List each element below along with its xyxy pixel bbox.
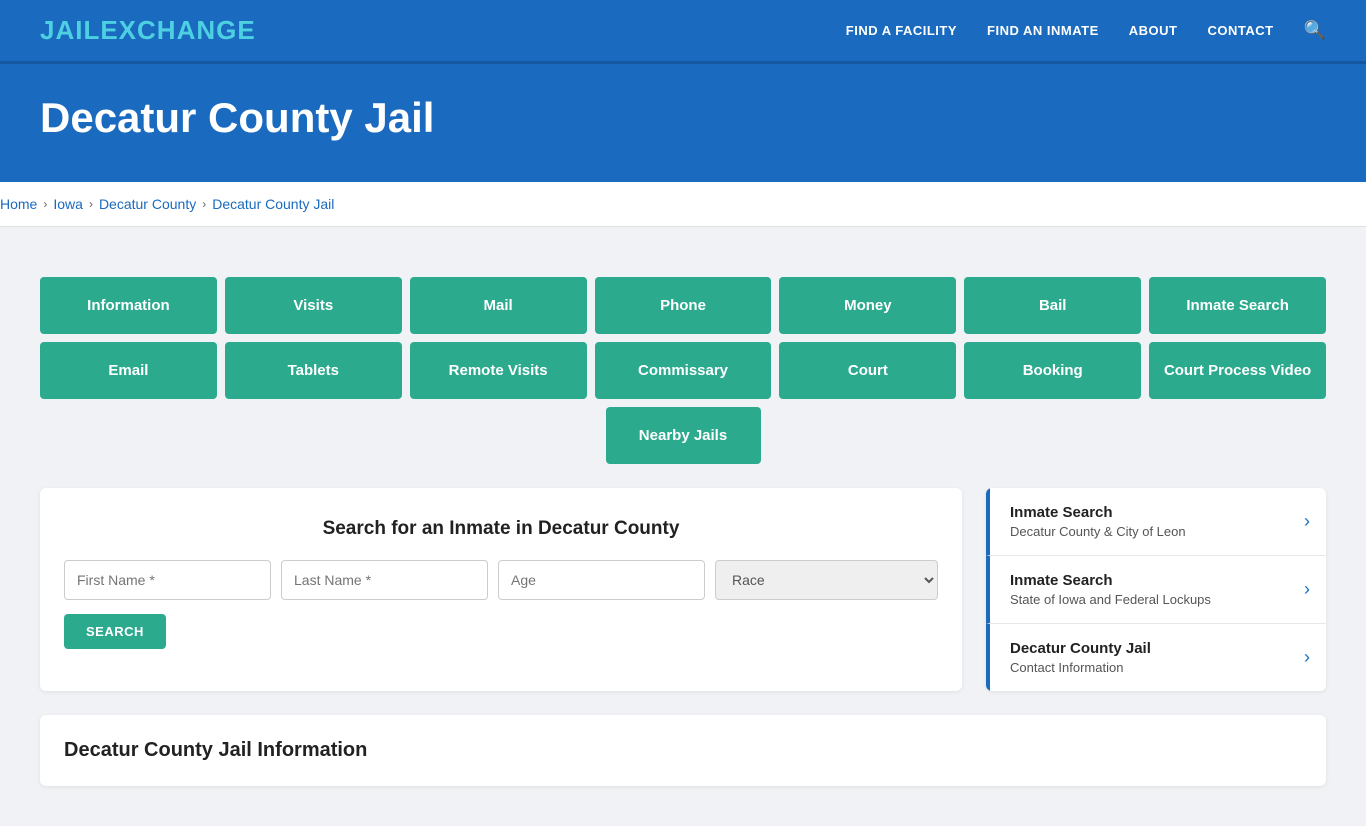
btn-tablets[interactable]: Tablets: [225, 342, 402, 399]
btn-visits[interactable]: Visits: [225, 277, 402, 334]
breadcrumb-iowa[interactable]: Iowa: [53, 196, 83, 212]
sidebar-card-text-3: Decatur County Jail Contact Information: [1010, 640, 1151, 675]
content-wrapper: Information Visits Mail Phone Money Bail…: [0, 227, 1366, 826]
sidebar-card-sub-2: State of Iowa and Federal Lockups: [1010, 592, 1211, 607]
info-section-title: Decatur County Jail Information: [64, 739, 1302, 762]
btn-information[interactable]: Information: [40, 277, 217, 334]
chevron-down-icon-3: ›: [1304, 647, 1310, 668]
header: JAILEXCHANGE FIND A FACILITY FIND AN INM…: [0, 0, 1366, 64]
last-name-input[interactable]: [281, 560, 488, 600]
buttons-row-1: Information Visits Mail Phone Money Bail…: [40, 277, 1326, 334]
buttons-row-2: Email Tablets Remote Visits Commissary C…: [40, 342, 1326, 399]
page-title: Decatur County Jail: [40, 94, 1326, 142]
logo-part1: JAIL: [40, 15, 100, 45]
sidebar-card-contact-info[interactable]: Decatur County Jail Contact Information …: [986, 624, 1326, 691]
btn-bail[interactable]: Bail: [964, 277, 1141, 334]
nav-find-facility[interactable]: FIND A FACILITY: [846, 23, 957, 38]
buttons-row-3: Nearby Jails: [40, 407, 1326, 464]
btn-inmate-search[interactable]: Inmate Search: [1149, 277, 1326, 334]
logo-part2-highlight: EXCHANGE: [100, 15, 255, 45]
search-button-row: SEARCH: [64, 614, 938, 649]
sidebar-card-text-2: Inmate Search State of Iowa and Federal …: [1010, 572, 1211, 607]
sidebar-card-text-1: Inmate Search Decatur County & City of L…: [1010, 504, 1186, 539]
btn-commissary[interactable]: Commissary: [595, 342, 772, 399]
lower-section: Search for an Inmate in Decatur County R…: [40, 488, 1326, 691]
first-name-input[interactable]: [64, 560, 271, 600]
search-icon[interactable]: 🔍: [1304, 20, 1326, 41]
search-form-title: Search for an Inmate in Decatur County: [64, 518, 938, 540]
search-button[interactable]: SEARCH: [64, 614, 166, 649]
sidebar-card-sub-1: Decatur County & City of Leon: [1010, 524, 1186, 539]
main-nav: FIND A FACILITY FIND AN INMATE ABOUT CON…: [846, 20, 1326, 41]
btn-money[interactable]: Money: [779, 277, 956, 334]
btn-mail[interactable]: Mail: [410, 277, 587, 334]
breadcrumb-sep-2: ›: [89, 197, 93, 211]
hero-section: Decatur County Jail: [0, 64, 1366, 182]
breadcrumb-home[interactable]: Home: [0, 196, 37, 212]
btn-court[interactable]: Court: [779, 342, 956, 399]
breadcrumb: Home › Iowa › Decatur County › Decatur C…: [0, 182, 1366, 227]
sidebar-card-inmate-search-iowa[interactable]: Inmate Search State of Iowa and Federal …: [986, 556, 1326, 624]
age-input[interactable]: [498, 560, 705, 600]
chevron-down-icon-1: ›: [1304, 511, 1310, 532]
sidebar-card-title-1: Inmate Search: [1010, 504, 1186, 521]
btn-phone[interactable]: Phone: [595, 277, 772, 334]
logo[interactable]: JAILEXCHANGE: [40, 15, 256, 46]
btn-email[interactable]: Email: [40, 342, 217, 399]
race-select[interactable]: Race White Black Hispanic Asian Other: [715, 560, 938, 600]
sidebar-card-sub-3: Contact Information: [1010, 660, 1151, 675]
sidebar-card-title-3: Decatur County Jail: [1010, 640, 1151, 657]
breadcrumb-decatur-county[interactable]: Decatur County: [99, 196, 196, 212]
breadcrumb-sep-3: ›: [202, 197, 206, 211]
nav-about[interactable]: ABOUT: [1129, 23, 1178, 38]
sidebar-cards: Inmate Search Decatur County & City of L…: [986, 488, 1326, 691]
sidebar-card-title-2: Inmate Search: [1010, 572, 1211, 589]
btn-court-process-video[interactable]: Court Process Video: [1149, 342, 1326, 399]
breadcrumb-sep-1: ›: [43, 197, 47, 211]
form-row-names: Race White Black Hispanic Asian Other: [64, 560, 938, 600]
info-section: Decatur County Jail Information: [40, 715, 1326, 786]
nav-contact[interactable]: CONTACT: [1207, 23, 1273, 38]
btn-booking[interactable]: Booking: [964, 342, 1141, 399]
nav-find-inmate[interactable]: FIND AN INMATE: [987, 23, 1099, 38]
search-form-container: Search for an Inmate in Decatur County R…: [40, 488, 962, 691]
sidebar-card-inmate-search-decatur[interactable]: Inmate Search Decatur County & City of L…: [986, 488, 1326, 556]
breadcrumb-current: Decatur County Jail: [212, 196, 334, 212]
chevron-down-icon-2: ›: [1304, 579, 1310, 600]
btn-remote-visits[interactable]: Remote Visits: [410, 342, 587, 399]
btn-nearby-jails[interactable]: Nearby Jails: [606, 407, 761, 464]
buttons-section: Information Visits Mail Phone Money Bail…: [40, 277, 1326, 464]
